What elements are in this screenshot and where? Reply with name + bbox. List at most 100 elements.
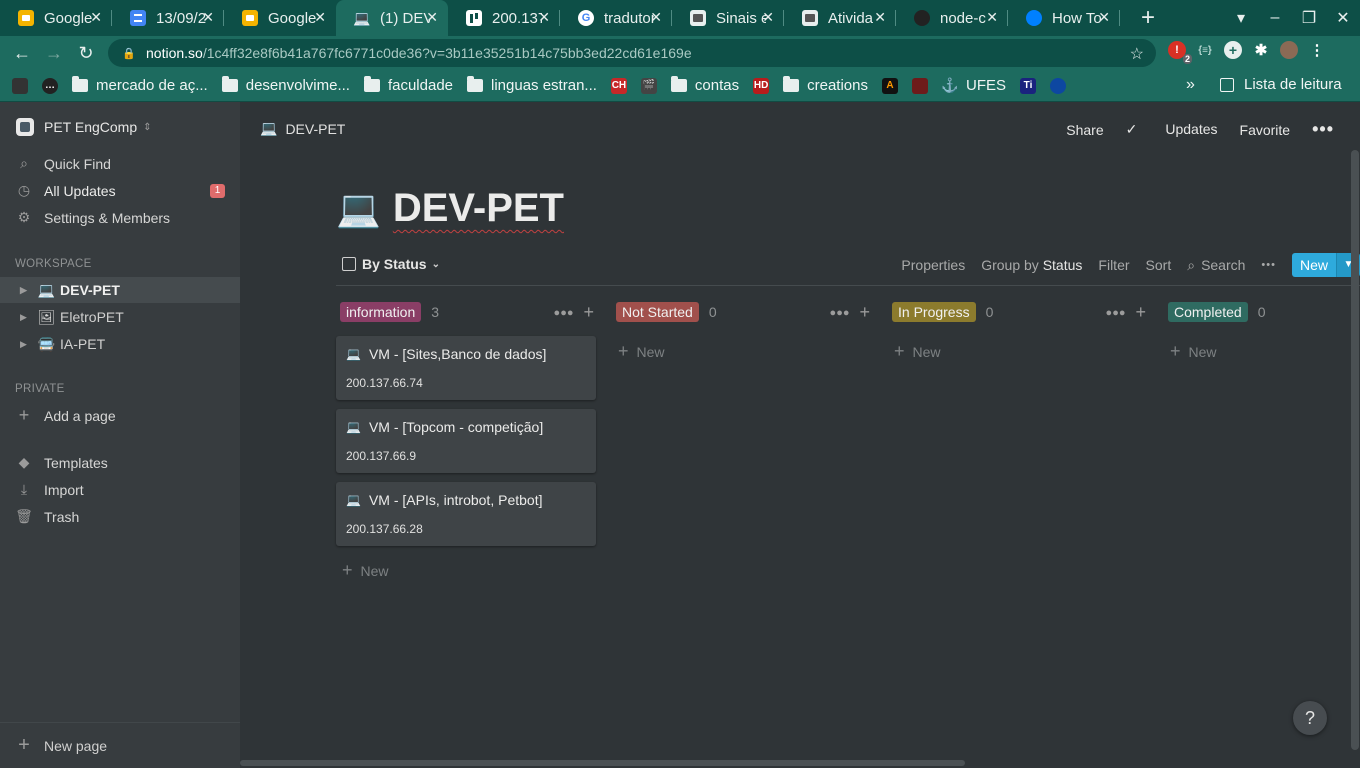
plus-extension-icon[interactable]: + [1224,41,1242,59]
sort-button[interactable]: Sort [1146,257,1172,273]
filter-button[interactable]: Filter [1098,257,1129,273]
plus-icon[interactable]: + [859,302,870,323]
trash-button[interactable]: 🗑 Trash [0,503,240,530]
more-options-icon[interactable]: ●●● [1106,307,1126,319]
vertical-scrollbar[interactable] [1350,150,1360,750]
reading-list-button[interactable]: Lista de leitura [1220,76,1342,93]
bookmark-folder[interactable]: desenvolvime... [221,76,350,94]
breadcrumb[interactable]: 💻 DEV-PET [260,120,345,137]
bookmark-icon-item[interactable]: A [882,77,898,94]
close-tab-icon[interactable]: ✕ [426,9,438,26]
page-title-text[interactable]: DEV-PET [393,186,564,231]
close-tab-icon[interactable]: ✕ [762,9,774,26]
triangle-right-icon[interactable]: ▶ [20,339,28,350]
workspace-switcher[interactable]: PET EngComp ⇕ [16,118,152,136]
bookmark-icon-item[interactable]: 🎬 [640,77,657,94]
add-card-button[interactable]: + New [618,341,665,362]
close-tab-icon[interactable]: ✕ [538,9,550,26]
bookmark-icon-item[interactable]: HD [753,77,770,94]
close-window-icon[interactable]: ✕ [1326,8,1360,28]
bookmark-icon-item[interactable]: CH [610,77,627,94]
avatar[interactable] [1280,41,1298,59]
all-updates-button[interactable]: ◷ All Updates 1 [0,177,240,204]
close-tab-icon[interactable]: ✕ [986,9,998,26]
more-options-icon[interactable]: ●●● [554,307,574,319]
quick-find-button[interactable]: ⌕ Quick Find [0,150,240,177]
group-by-button[interactable]: Group by Status [981,257,1082,273]
browser-tab-active[interactable]: 💻 (1) DEV ✕ [336,0,448,36]
browser-tab[interactable]: Sinais e ✕ [672,0,784,36]
close-tab-icon[interactable]: ✕ [90,9,102,26]
browser-tab[interactable]: 13/09/2 ✕ [112,0,224,36]
add-page-button[interactable]: + Add a page [0,402,240,429]
horizontal-scrollbar[interactable] [240,758,1350,768]
board-card[interactable]: 💻 VM - [Topcom - competição] 200.137.66.9 [336,409,596,473]
bookmark-folder[interactable]: creations [783,76,868,94]
share-button[interactable]: Share [1066,122,1103,138]
triangle-right-icon[interactable]: ▶ [20,285,28,296]
bookmark-link[interactable]: ⚓ UFES [941,77,1006,94]
chrome-menu-icon[interactable]: ⋮ [1308,41,1326,59]
puzzle-icon[interactable]: ✱ [1252,41,1270,59]
scrollbar-thumb[interactable] [1351,150,1359,750]
bookmark-folder[interactable]: contas [670,76,739,94]
restore-icon[interactable]: ❐ [1292,8,1326,28]
browser-tab[interactable]: G tradutor ✕ [560,0,672,36]
column-header[interactable]: In Progress 0 ●●● + [892,302,1146,322]
search-button[interactable]: ⌕ Search [1187,257,1245,274]
minimize-icon[interactable]: – [1258,9,1292,27]
updates-button[interactable]: ✓ Updates [1126,121,1218,138]
sidebar-item-dev-pet[interactable]: ▶ 💻 DEV-PET [0,277,240,303]
bookmark-star-icon[interactable]: ☆ [1130,44,1144,64]
tab-search-icon[interactable]: ▾ [1224,8,1258,28]
templates-button[interactable]: ◆ Templates [0,449,240,476]
properties-button[interactable]: Properties [901,257,965,273]
close-tab-icon[interactable]: ✕ [650,9,662,26]
bookmark-icon-item[interactable] [1050,77,1067,94]
board-card[interactable]: 💻 VM - [Sites,Banco de dados] 200.137.66.… [336,336,596,400]
browser-tab[interactable]: Google ✕ [224,0,336,36]
reload-button[interactable]: ↻ [70,37,102,69]
more-options-icon[interactable]: ••• [1312,119,1334,140]
bookmark-icon-item[interactable]: Ti [1020,77,1037,94]
new-tab-button[interactable]: + [1130,0,1166,36]
bookmark-folder[interactable]: linguas estran... [467,76,597,94]
bookmark-icon-item[interactable] [912,77,928,94]
close-tab-icon[interactable]: ✕ [202,9,214,26]
browser-tab[interactable]: Google ✕ [0,0,112,36]
new-page-button[interactable]: + New page [0,722,240,768]
extension-icon[interactable]: ! 2 [1168,41,1192,64]
view-selector[interactable]: By Status ⌄ [342,256,440,272]
board-card[interactable]: 💻 VM - [APIs, introbot, Petbot] 200.137.6… [336,482,596,546]
import-button[interactable]: ⤓ Import [0,476,240,503]
close-tab-icon[interactable]: ✕ [1098,9,1110,26]
scrollbar-thumb[interactable] [240,760,965,766]
more-options-icon[interactable]: ●●● [830,307,850,319]
browser-tab[interactable]: node-c ✕ [896,0,1008,36]
settings-button[interactable]: ⚙ Settings & Members [0,204,240,231]
page-title[interactable]: 💻 DEV-PET [336,186,564,231]
forward-button[interactable]: → [38,37,70,69]
add-card-button[interactable]: + New [1170,341,1217,362]
bookmark-icon-item[interactable] [12,77,28,94]
column-header[interactable]: information 3 ●●● + [340,302,594,322]
triangle-right-icon[interactable]: ▶ [20,312,28,323]
column-header[interactable]: Not Started 0 ●●● + [616,302,870,322]
new-entry-button[interactable]: New [1291,253,1336,277]
view-more-icon[interactable]: ••• [1261,259,1276,271]
browser-tab[interactable]: How To ✕ [1008,0,1120,36]
plus-icon[interactable]: + [1135,302,1146,323]
browser-tab[interactable]: Ativida ✕ [784,0,896,36]
favorite-button[interactable]: Favorite [1240,122,1291,138]
sidebar-item-eletropet[interactable]: ▶ 🖼 EletroPET [0,304,240,330]
browser-tab[interactable]: 200.137 ✕ [448,0,560,36]
help-button[interactable]: ? [1293,701,1327,735]
plus-icon[interactable]: + [583,302,594,323]
bookmark-icon-item[interactable]: … [42,77,58,94]
bookmark-folder[interactable]: faculdade [363,76,453,94]
sidebar-item-ia-pet[interactable]: ▶ 🚍 IA-PET [0,331,240,357]
bookmark-folder[interactable]: mercado de aç... [72,76,208,94]
bookmarks-overflow-icon[interactable]: » [1186,76,1195,94]
laptop-icon[interactable]: 💻 [336,188,381,230]
json-extension-icon[interactable]: {≡} [1196,41,1214,59]
